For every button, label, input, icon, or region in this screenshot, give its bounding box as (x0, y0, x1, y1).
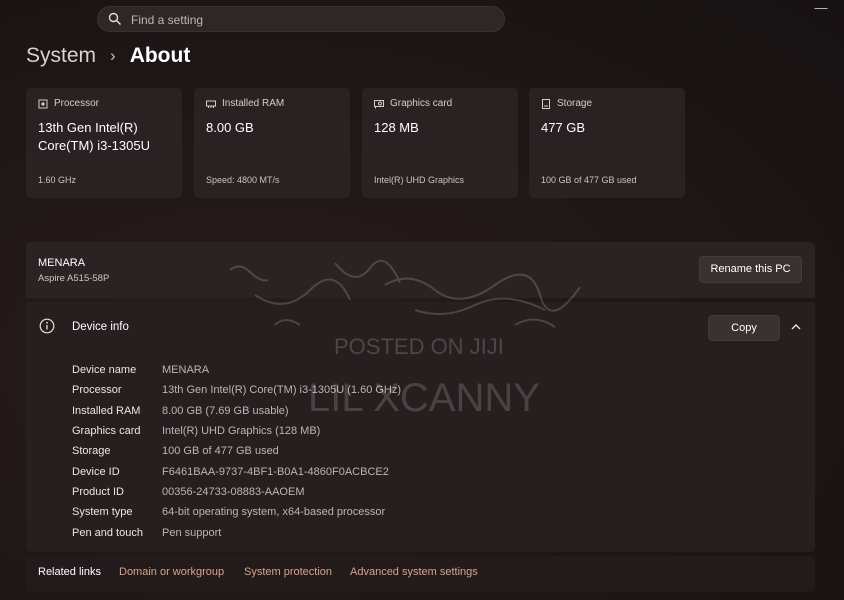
spec-value: F6461BAA-9737-4BF1-B0A1-4860F0ACBCE2 (162, 465, 389, 478)
spec-row: Product ID 00356-24733-08883-AAOEM (72, 482, 401, 502)
spec-row: System type 64-bit operating system, x64-… (72, 502, 401, 522)
card-sub: 100 GB of 477 GB used (541, 175, 637, 185)
spec-value: 00356-24733-08883-AAOEM (162, 485, 305, 498)
spec-label: Storage (72, 445, 111, 458)
spec-value: Pen support (162, 526, 222, 539)
breadcrumb: System › About (26, 44, 190, 68)
search-icon (108, 12, 121, 25)
spec-value: 100 GB of 477 GB used (162, 445, 279, 458)
breadcrumb-separator: › (110, 46, 116, 65)
card-value: 8.00 GB (206, 120, 254, 135)
related-links-label: Related links (38, 566, 101, 578)
pc-model: Aspire A515-58P (38, 273, 110, 284)
spec-label: System type (72, 506, 133, 519)
card-value: 128 MB (374, 120, 419, 135)
ram-icon (206, 100, 216, 108)
spec-row: Device ID F6461BAA-9737-4BF1-B0A1-4860F0A… (72, 461, 401, 481)
scribble-overlay (229, 259, 581, 328)
spec-label: Device name (72, 364, 137, 377)
rename-pc-button[interactable]: Rename this PC (699, 256, 802, 283)
pc-name: MENARA (38, 257, 86, 269)
spec-row: Pen and touch Pen support (72, 522, 401, 542)
link-advanced-system-settings[interactable]: Advanced system settings (350, 566, 478, 578)
related-links-bar: Related links Domain or workgroup System… (26, 556, 815, 592)
card-storage: Storage 477 GB 100 GB of 477 GB used (529, 88, 685, 198)
spec-value: 8.00 GB (7.69 GB usable) (162, 404, 289, 417)
card-sub: Intel(R) UHD Graphics (374, 175, 465, 185)
spec-label: Device ID (72, 465, 120, 478)
card-ram: Installed RAM 8.00 GB Speed: 4800 MT/s (194, 88, 350, 198)
spec-label: Pen and touch (72, 526, 143, 539)
search-box[interactable]: Find a setting (97, 6, 505, 32)
link-domain-or-workgroup[interactable]: Domain or workgroup (119, 566, 224, 578)
card-processor: Processor 13th Gen Intel(R) Core(TM) i3-… (26, 88, 182, 198)
watermark-posted: POSTED ON JIJI (334, 334, 504, 359)
spec-row: Graphics card Intel(R) UHD Graphics (128 … (72, 421, 401, 441)
chevron-up-icon[interactable] (789, 321, 803, 333)
breadcrumb-system[interactable]: System (26, 44, 96, 68)
info-icon (39, 318, 55, 334)
spec-value: Intel(R) UHD Graphics (128 MB) (162, 425, 321, 438)
storage-icon (542, 98, 550, 109)
card-label: Storage (557, 98, 593, 109)
card-sub: 1.60 GHz (38, 175, 77, 185)
card-label: Installed RAM (222, 98, 285, 109)
card-label: Processor (54, 98, 100, 109)
card-label: Graphics card (390, 98, 453, 109)
card-value: 477 GB (541, 120, 586, 135)
search-input[interactable]: Find a setting (131, 13, 203, 27)
device-info-title: Device info (72, 321, 129, 333)
copy-button[interactable]: Copy (708, 315, 780, 341)
spec-row: Storage 100 GB of 477 GB used (72, 441, 401, 461)
card-graphics: Graphics card 128 MB Intel(R) UHD Graphi… (362, 88, 518, 198)
spec-label: Graphics card (72, 425, 141, 438)
spec-value: 64-bit operating system, x64-based proce… (162, 506, 386, 519)
spec-label: Product ID (72, 485, 124, 498)
spec-label: Processor (72, 384, 122, 397)
graphics-card-icon (374, 99, 384, 108)
watermark-name: LIL XCANNY (308, 376, 540, 420)
spec-value: MENARA (162, 364, 210, 377)
card-sub: Speed: 4800 MT/s (206, 175, 280, 185)
spec-label: Installed RAM (72, 404, 141, 417)
link-system-protection[interactable]: System protection (244, 566, 332, 578)
card-value: 13th Gen Intel(R) Core(TM) i3-1305U (38, 120, 150, 153)
processor-icon (38, 99, 48, 108)
minimize-button[interactable]: — (806, 0, 836, 20)
page-title: About (129, 44, 191, 67)
